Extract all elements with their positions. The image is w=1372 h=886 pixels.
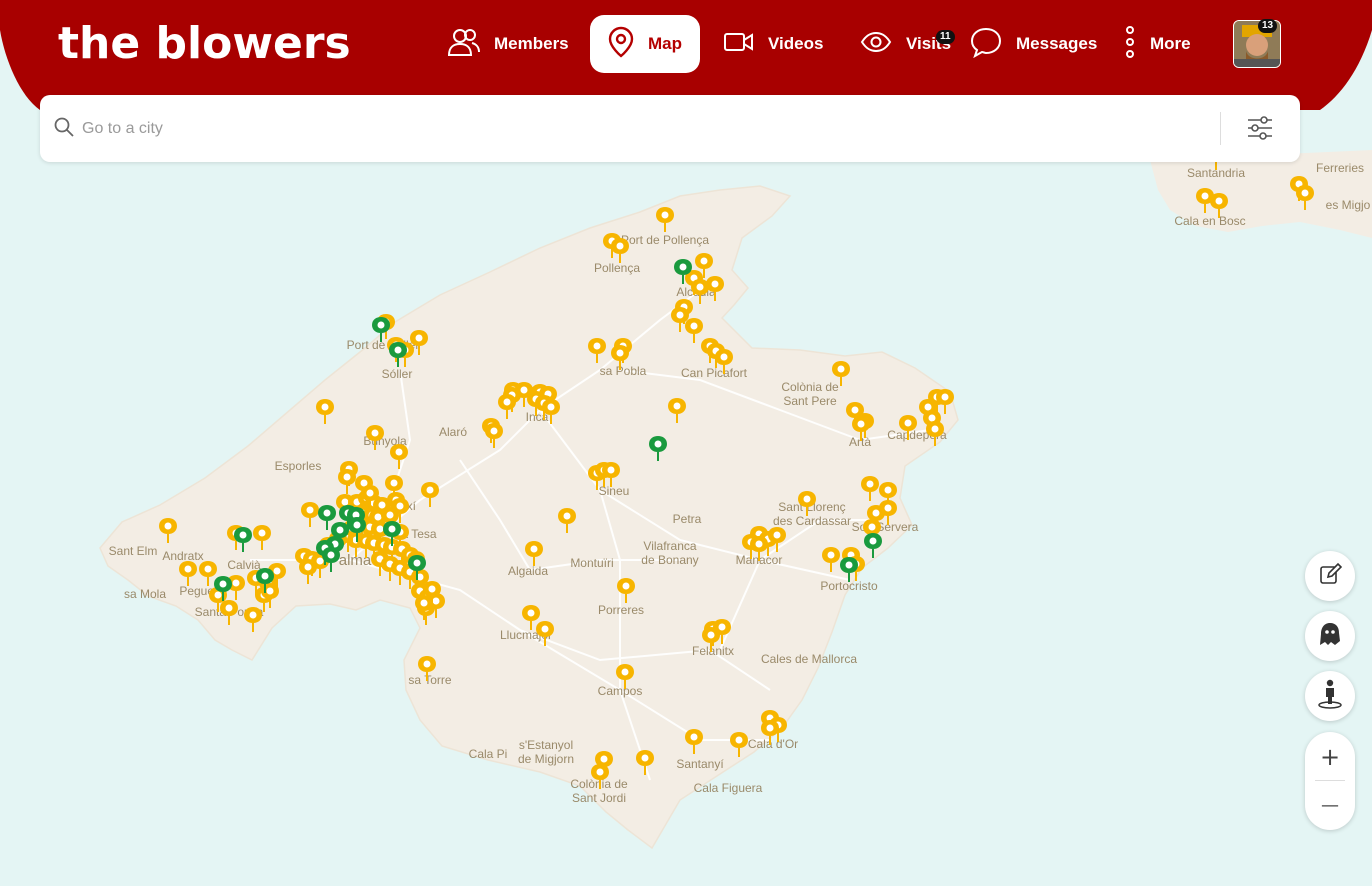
place-label: s'Estanyol de Migjorn [518, 738, 574, 766]
place-label: Port de Pollença [621, 233, 709, 247]
place-label: sa Torre [408, 673, 451, 687]
place-label: es Migjo [1326, 198, 1371, 212]
zoom-in-icon: + [1319, 742, 1341, 771]
place-label: Campos [598, 684, 643, 698]
zoom-out-icon: — [1321, 795, 1339, 816]
ghost-icon [1318, 621, 1342, 652]
place-label: Andratx [162, 549, 203, 563]
logo[interactable]: the blowers [58, 18, 351, 70]
nav-label: Messages [1016, 34, 1098, 53]
nav-members[interactable]: Members [440, 15, 588, 73]
place-label: Santanyí [676, 757, 724, 771]
filter-sliders-icon[interactable] [1246, 115, 1274, 146]
nav-label: More [1150, 34, 1191, 53]
place-label: Cala Figuera [694, 781, 763, 795]
eye-icon [860, 31, 892, 58]
my-location-button[interactable] [1305, 671, 1355, 721]
place-label: sa Mola [124, 587, 166, 601]
ghost-mode-button[interactable] [1305, 611, 1355, 661]
place-label: Pollença [594, 261, 640, 275]
place-label: Alaró [439, 425, 467, 439]
edit-icon [1318, 562, 1343, 591]
place-label: Algaida [508, 564, 548, 578]
nav-more[interactable]: More [1124, 15, 1204, 73]
place-label: Son Servera [852, 520, 919, 534]
place-label: Can Picafort [681, 366, 748, 380]
nav-label: Videos [768, 34, 824, 53]
edit-button[interactable] [1305, 551, 1355, 601]
nav-map[interactable]: Map [590, 15, 700, 73]
place-label: Cales de Mallorca [761, 652, 857, 666]
zoom-control: + — [1305, 732, 1355, 830]
search-icon [54, 117, 74, 142]
place-label: Colònia de Sant Pere [781, 380, 839, 408]
place-label: Calvià [227, 558, 261, 572]
place-label: Cala en Bosc [1174, 214, 1245, 228]
more-vertical-icon [1124, 25, 1136, 63]
place-label: Sant Elm [109, 544, 158, 558]
video-camera-icon [724, 31, 754, 58]
person-location-icon [1316, 679, 1344, 714]
place-label: Vilafranca de Bonany [641, 539, 698, 567]
avatar-badge: 13 [1258, 19, 1278, 33]
place-label: Porreres [598, 603, 644, 617]
place-label: Cala d'Or [748, 737, 798, 751]
nav-visits[interactable]: Visits 11 [860, 15, 960, 73]
zoom-out-button[interactable]: — [1305, 781, 1355, 830]
zoom-in-button[interactable]: + [1305, 732, 1355, 781]
visits-badge: 11 [936, 30, 955, 44]
members-icon [447, 27, 480, 62]
place-label: Sóller [382, 367, 413, 381]
search-bar [40, 95, 1300, 162]
nav-messages[interactable]: Messages [970, 15, 1100, 73]
map-pin-icon [608, 26, 634, 63]
place-label: Ferreries [1316, 161, 1364, 175]
search-divider [1220, 112, 1221, 145]
nav-label: Members [494, 34, 569, 53]
search-input[interactable] [80, 113, 1184, 145]
chat-bubble-icon [970, 26, 1002, 63]
place-label: Petra [673, 512, 702, 526]
place-label: Felanitx [692, 644, 734, 658]
nav-label: Map [648, 34, 682, 53]
place-label: Montuïri [570, 556, 613, 570]
place-label: Cala Pi [469, 747, 508, 761]
nav-videos[interactable]: Videos [724, 15, 834, 73]
place-label: sa Pobla [600, 364, 647, 378]
place-label: Esporles [275, 459, 322, 473]
